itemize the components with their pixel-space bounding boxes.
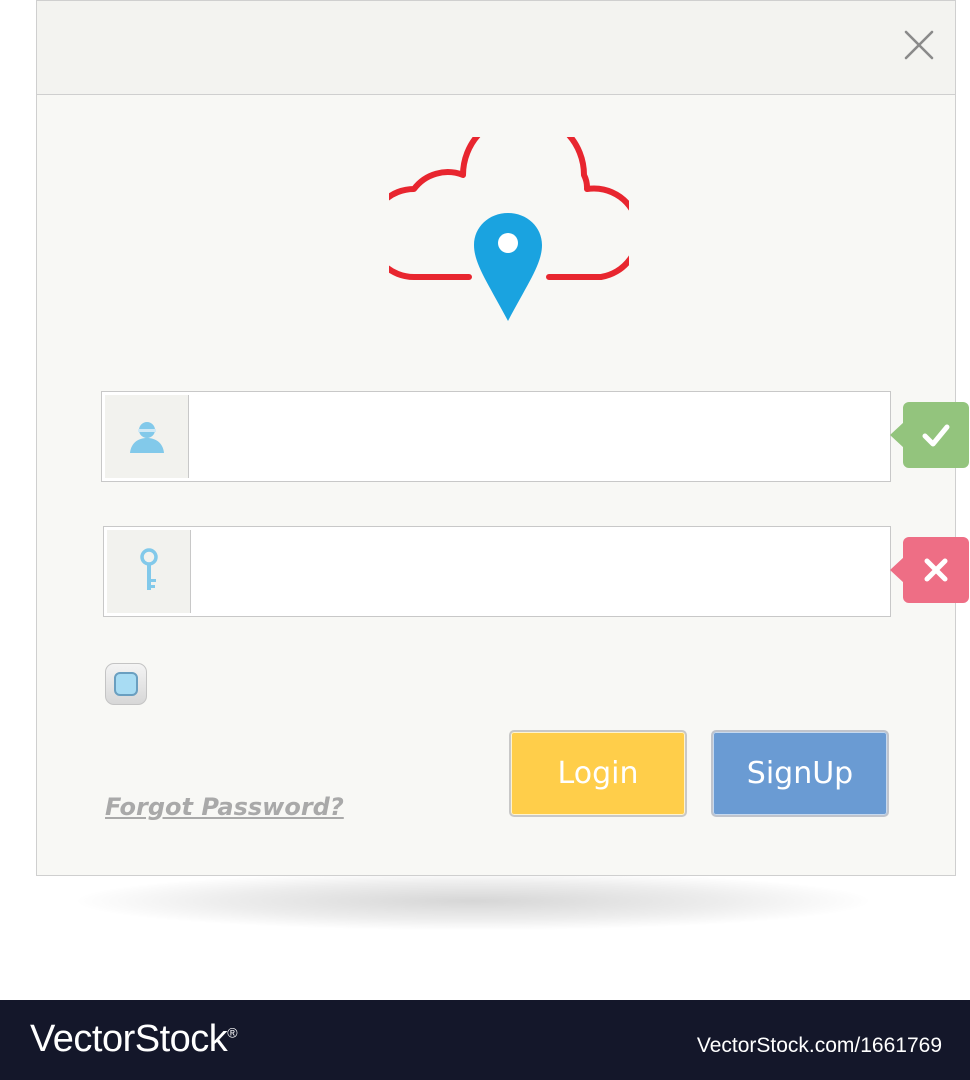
window-drop-shadow xyxy=(78,872,868,930)
watermark-brand: VectorStock® xyxy=(30,1018,238,1061)
checkmark-icon xyxy=(922,424,950,447)
user-icon xyxy=(129,421,164,453)
password-field xyxy=(103,526,891,617)
registered-mark: ® xyxy=(227,1024,238,1041)
username-icon-box xyxy=(105,395,189,478)
cloud-location-pin-icon xyxy=(389,137,629,321)
checkbox-check-indicator xyxy=(114,672,138,696)
close-icon xyxy=(904,30,934,60)
signup-button[interactable]: SignUp xyxy=(711,730,889,817)
watermark-footer: VectorStock® VectorStock.com/1661769 xyxy=(0,1000,970,1080)
username-valid-badge xyxy=(890,402,969,468)
cross-icon xyxy=(924,558,948,582)
watermark-brand-text: VectorStock xyxy=(30,1018,228,1060)
forgot-password-link[interactable]: Forgot Password? xyxy=(105,793,344,821)
key-icon xyxy=(139,547,158,590)
username-input[interactable] xyxy=(192,392,890,481)
login-button[interactable]: Login xyxy=(509,730,687,817)
title-bar xyxy=(37,1,955,95)
logo xyxy=(389,137,629,329)
password-input[interactable] xyxy=(194,527,890,616)
username-field xyxy=(101,391,891,482)
password-invalid-badge xyxy=(890,537,969,603)
login-window: Login SignUp Forgot Password? xyxy=(36,0,956,876)
watermark-url: VectorStock.com/1661769 xyxy=(696,1034,942,1057)
remember-checkbox[interactable] xyxy=(105,663,147,705)
password-icon-box xyxy=(107,530,191,613)
close-button[interactable] xyxy=(901,27,937,63)
